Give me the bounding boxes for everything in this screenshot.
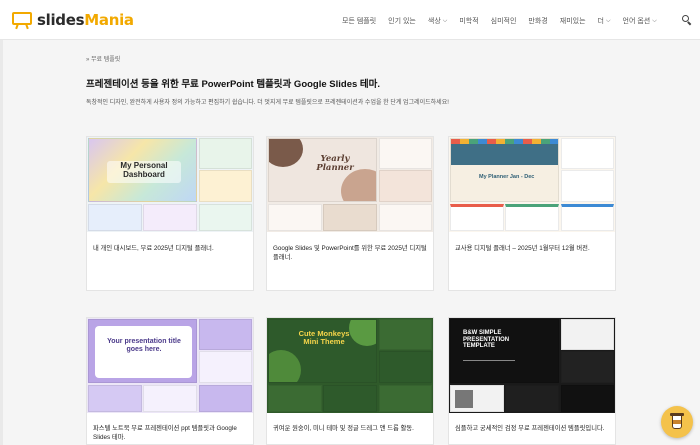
search-icon[interactable]: [682, 15, 692, 26]
template-thumbnail[interactable]: Cute Monkeys Mini Theme: [267, 318, 433, 413]
nav-item-aesthetic[interactable]: 미학적: [459, 16, 478, 26]
main-nav: 모든 템플릿 인기 있는 색상 ⌵ 미학적 심미적인 만화경 재미있는 더 ⌵ 언어…: [342, 15, 669, 27]
logo-text: slidesMania: [37, 11, 134, 29]
breadcrumb[interactable]: » 무료 템플릿: [86, 54, 120, 63]
template-card[interactable]: Cute Monkeys Mini Theme 귀여운 원숭이, 미니 테마 및…: [266, 317, 434, 445]
nav-item-all-templates[interactable]: 모든 템플릿: [342, 16, 376, 26]
template-card[interactable]: Yearly Planner Google Slides 및 PowerPoin…: [266, 136, 434, 291]
nav-item-popular[interactable]: 인기 있는: [388, 16, 416, 26]
template-thumbnail[interactable]: Yearly Planner: [267, 137, 433, 232]
template-thumbnail[interactable]: My Planner Jan - Dec: [449, 137, 615, 232]
chevron-down-icon: ⌵: [652, 17, 657, 24]
nav-item-aesthetic-2[interactable]: 심미적인: [491, 16, 517, 26]
chevron-down-icon: ⌵: [605, 17, 611, 24]
thumbnail-title: My Planner Jan - Dec: [479, 174, 535, 180]
coffee-button[interactable]: [661, 406, 693, 438]
presentation-board-icon: [10, 11, 34, 30]
template-card-title[interactable]: 내 개인 대시보드, 무료 2025년 디지털 플래너.: [93, 244, 249, 253]
template-card-title[interactable]: 교사용 디지털 플래너 – 2025년 1월부터 12월 버전.: [455, 244, 611, 253]
thumbnail-title: My Personal Dashboard: [120, 161, 168, 179]
nav-item-language[interactable]: 언어 옵션 ⌵: [623, 16, 657, 26]
nav-item-fun[interactable]: 재미있는: [560, 16, 586, 26]
template-card-title[interactable]: 심플하고 궁세적인 검정 무료 프레젠테이션 템플릿입니다.: [455, 424, 611, 433]
page-edge: [0, 40, 3, 445]
template-card[interactable]: B&W SIMPLE PRESENTATION TEMPLATE 심플하고 궁세…: [448, 317, 616, 445]
template-card[interactable]: Your presentation title goes here. 파스텔 노…: [86, 317, 254, 445]
page-title: 프레젠테이션 등을 위한 무료 PowerPoint 템플릿과 Google S…: [86, 79, 381, 90]
logo[interactable]: slidesMania: [10, 9, 134, 31]
template-thumbnail[interactable]: Your presentation title goes here.: [87, 318, 253, 413]
thumbnail-title: Cute Monkeys Mini Theme: [298, 329, 350, 347]
page-description: 독창적인 디자인, 완전하게 사용자 정의 가능하고 편집하기 쉽습니다. 더 …: [86, 100, 449, 106]
chevron-down-icon: ⌵: [442, 17, 448, 24]
template-thumbnail[interactable]: B&W SIMPLE PRESENTATION TEMPLATE: [449, 318, 615, 413]
nav-item-more[interactable]: 더 ⌵: [598, 16, 611, 26]
template-card[interactable]: My Personal Dashboard 내 개인 대시보드, 무료 2025…: [86, 136, 254, 291]
thumbnail-title: Your presentation title goes here.: [107, 338, 181, 353]
thumbnail-title: Yearly Planner: [316, 154, 354, 174]
template-thumbnail[interactable]: My Personal Dashboard: [87, 137, 253, 232]
site-header: slidesMania 모든 템플릿 인기 있는 색상 ⌵ 미학적 심미적인 만화…: [0, 0, 700, 40]
template-card-title[interactable]: Google Slides 및 PowerPoint를 위한 무료 2025년 …: [273, 244, 429, 262]
template-card-title[interactable]: 파스텔 노트북 무료 프레젠테이션 ppt 템플릿과 Google Slides…: [93, 424, 249, 442]
template-card[interactable]: My Planner Jan - Dec 교사용 디지털 플래너 – 2025년…: [448, 136, 616, 291]
nav-item-color[interactable]: 색상 ⌵: [428, 16, 447, 26]
nav-item-kaleidoscope[interactable]: 만화경: [528, 16, 547, 26]
thumbnail-title: B&W SIMPLE PRESENTATION TEMPLATE: [463, 330, 510, 350]
template-card-title[interactable]: 귀여운 원숭이, 미니 테마 및 정글 드레그 앤 드롭 활동.: [273, 424, 429, 433]
